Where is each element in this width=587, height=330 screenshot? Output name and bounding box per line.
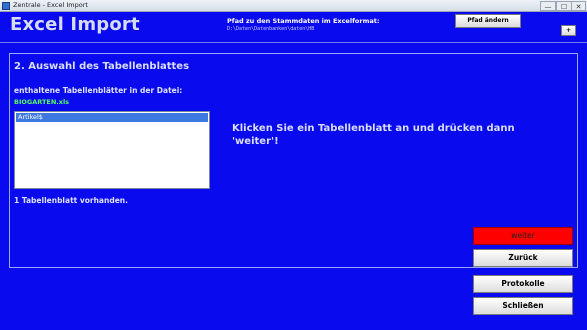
header-divider bbox=[0, 42, 587, 43]
minimize-button[interactable]: — bbox=[540, 1, 556, 11]
back-button[interactable]: Zurück bbox=[473, 249, 573, 267]
file-name: BIOGARTEN.xls bbox=[14, 98, 70, 106]
path-value: D:\Daten\Datenbanken\daten\HB bbox=[227, 26, 315, 32]
sheet-list-item-selected[interactable]: Artikel$ bbox=[16, 113, 208, 122]
section-title: 2. Auswahl des Tabellenblattes bbox=[14, 61, 190, 72]
window-title: Zentrale - Excel Import bbox=[13, 1, 88, 9]
change-path-button[interactable]: Pfad ändern bbox=[455, 14, 521, 28]
maximize-button[interactable]: ☐ bbox=[556, 1, 572, 11]
window-title-bar[interactable]: Zentrale - Excel Import — ☐ ✕ bbox=[0, 0, 587, 12]
close-dialog-button[interactable]: Schließen bbox=[473, 297, 573, 315]
sheet-list[interactable]: Artikel$ bbox=[14, 111, 210, 189]
close-button[interactable]: ✕ bbox=[571, 1, 586, 11]
sheet-count: 1 Tabellenblatt vorhanden. bbox=[14, 196, 128, 205]
instruction-text: Klicken Sie ein Tabellenblatt an und drü… bbox=[232, 123, 515, 147]
protocols-button[interactable]: Protokolle bbox=[473, 275, 573, 293]
corner-button[interactable]: + bbox=[561, 25, 576, 36]
path-label: Pfad zu den Stammdaten im Excelformat: bbox=[227, 17, 380, 25]
app-title: Excel Import bbox=[10, 14, 140, 35]
app-icon bbox=[2, 2, 10, 10]
next-button[interactable]: weiter bbox=[473, 227, 573, 245]
sheets-label: enthaltene Tabellenblätter in der Datei: bbox=[14, 86, 183, 95]
